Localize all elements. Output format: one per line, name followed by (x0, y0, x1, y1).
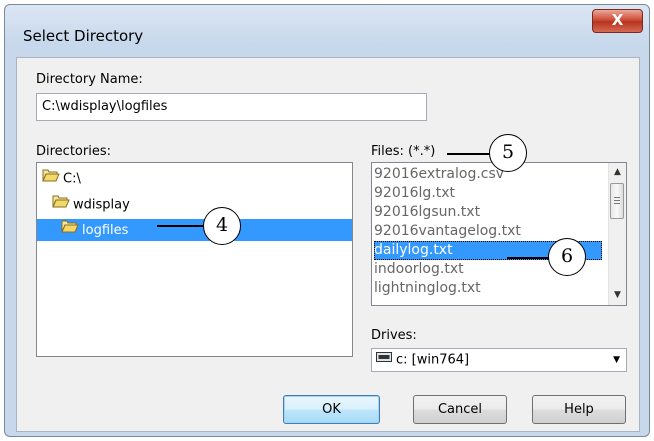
callout-leader-line (447, 153, 490, 155)
drives-label: Drives: (371, 328, 417, 343)
directory-name-label-text: Directory Name: (36, 72, 143, 87)
drive-icon (376, 349, 392, 371)
directory-name-label: Directory Name: (36, 72, 143, 87)
callout-5: 5 (489, 134, 527, 172)
select-directory-dialog: Select Directory X Directory Name: C:\wd… (4, 4, 650, 437)
directory-item-label: C:\ (63, 171, 81, 187)
close-button[interactable]: X (592, 9, 643, 33)
chevron-down-icon[interactable]: ▼ (613, 349, 620, 371)
files-label: Files: (*.*) (371, 144, 436, 159)
dialog-title: Select Directory (23, 27, 144, 45)
directories-list[interactable]: C:\ wdisplay logfiles (36, 162, 353, 357)
directory-name-field[interactable]: C:\wdisplay\logfiles (36, 93, 427, 121)
file-item[interactable]: 92016vantagelog.txt (374, 222, 521, 241)
open-folder-icon (61, 219, 79, 241)
open-folder-icon (52, 194, 70, 216)
file-item[interactable]: 92016lgsun.txt (374, 203, 480, 222)
file-item[interactable]: indoorlog.txt (374, 260, 464, 279)
directory-item-wdisplay[interactable]: wdisplay (52, 194, 130, 216)
directories-label: Directories: (36, 144, 111, 159)
file-item[interactable]: lightninglog.txt (374, 279, 481, 298)
scroll-down-arrow-icon[interactable]: ▼ (609, 287, 626, 304)
cancel-button[interactable]: Cancel (413, 395, 507, 424)
directory-item-label: logfiles (82, 222, 129, 238)
drives-dropdown[interactable]: c: [win764] ▼ (371, 348, 627, 372)
file-item[interactable]: 92016extralog.csv (374, 165, 504, 184)
drives-value: c: [win764] (396, 352, 470, 368)
help-button[interactable]: Help (532, 395, 626, 424)
directory-item-logfiles[interactable]: logfiles (61, 219, 129, 241)
file-item[interactable]: 92016lg.txt (374, 184, 455, 203)
help-button-label: Help (564, 402, 594, 417)
dialog-client-area: Directory Name: C:\wdisplay\logfiles Dir… (16, 57, 640, 432)
open-folder-icon (42, 168, 60, 190)
callout-leader-line (157, 225, 203, 227)
directory-item-label: wdisplay (73, 197, 130, 213)
callout-6: 6 (548, 238, 586, 276)
files-list[interactable]: 92016extralog.csv 92016lg.txt 92016lgsun… (371, 162, 627, 306)
close-icon: X (611, 11, 624, 29)
scroll-up-arrow-icon[interactable]: ▲ (609, 164, 626, 181)
files-scrollbar[interactable]: ▲ ▼ (608, 163, 626, 305)
ok-button[interactable]: OK (283, 395, 380, 424)
callout-leader-line (507, 257, 549, 259)
directory-item-root[interactable]: C:\ (42, 168, 81, 190)
callout-4: 4 (203, 207, 241, 245)
scrollbar-thumb[interactable] (610, 183, 624, 219)
